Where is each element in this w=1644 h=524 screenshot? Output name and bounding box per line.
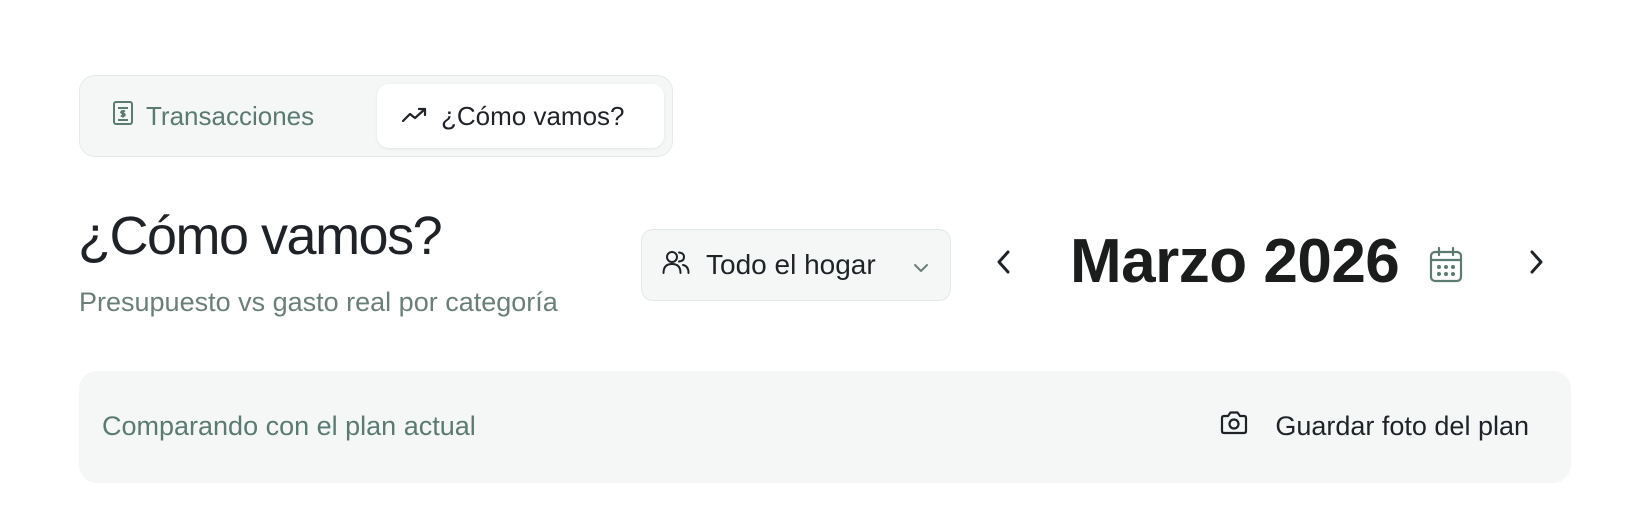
users-icon — [662, 249, 690, 282]
next-month-button[interactable] — [1514, 242, 1558, 286]
plan-status-text: Comparando con el plan actual — [102, 411, 476, 441]
household-scope-select[interactable]: Todo el hogar — [641, 229, 951, 301]
chevron-left-icon — [995, 247, 1013, 282]
receipt-icon — [112, 100, 134, 133]
tab-como-vamos[interactable]: ¿Cómo vamos? — [377, 84, 664, 148]
tab-transacciones-label: Transacciones — [146, 100, 315, 131]
page-subtitle: Presupuesto vs gasto real por categoría — [79, 287, 558, 317]
calendar-icon[interactable] — [1428, 246, 1464, 289]
chevron-down-icon — [912, 249, 930, 281]
chevron-right-icon — [1527, 247, 1545, 282]
page-title: ¿Cómo vamos? — [78, 206, 443, 266]
save-plan-snapshot-button[interactable]: Guardar foto del plan — [1219, 401, 1529, 451]
view-tabs: Transacciones ¿Cómo vamos? — [79, 75, 673, 157]
trending-up-icon — [401, 101, 429, 132]
plan-comparison-bar: Comparando con el plan actual Guardar fo… — [79, 371, 1571, 483]
previous-month-button[interactable] — [982, 242, 1026, 286]
save-plan-snapshot-label: Guardar foto del plan — [1275, 410, 1529, 441]
camera-icon — [1219, 410, 1249, 443]
tab-como-vamos-label: ¿Cómo vamos? — [441, 100, 625, 131]
tab-transacciones[interactable]: Transacciones — [88, 84, 372, 148]
current-month-label: Marzo 2026 — [1070, 227, 1400, 296]
scope-selected-value: Todo el hogar — [706, 249, 876, 280]
